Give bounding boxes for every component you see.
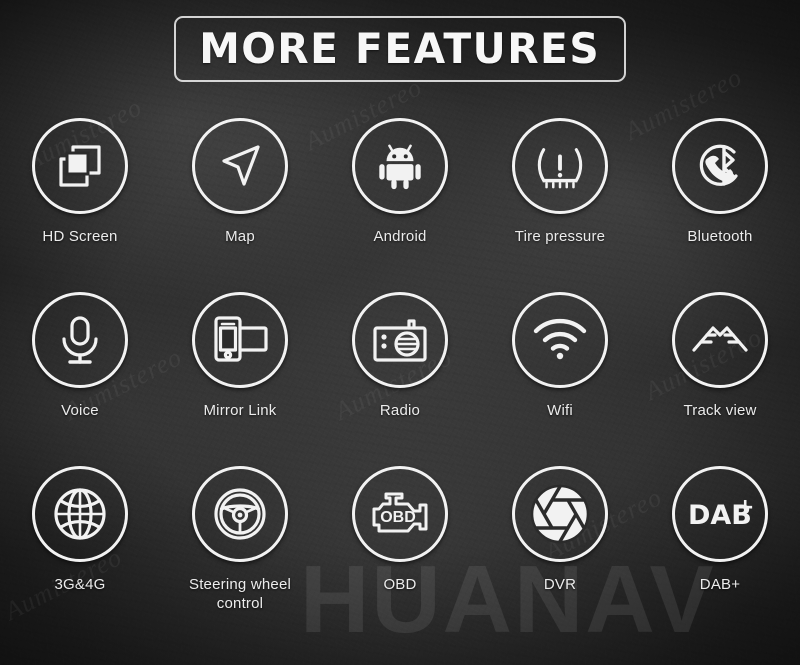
feature-item-wifi[interactable]: Wifi bbox=[480, 292, 640, 466]
feature-label: Voice bbox=[61, 402, 99, 419]
microphone-icon bbox=[32, 292, 128, 388]
feature-item-bluetooth[interactable]: Bluetooth bbox=[640, 118, 800, 292]
feature-label: HD Screen bbox=[42, 228, 118, 245]
feature-label: Bluetooth bbox=[687, 228, 753, 245]
feature-item-tire-pressure[interactable]: Tire pressure bbox=[480, 118, 640, 292]
feature-label: Android bbox=[373, 228, 427, 245]
steering-wheel-icon bbox=[192, 466, 288, 562]
globe-icon bbox=[32, 466, 128, 562]
radio-icon bbox=[352, 292, 448, 388]
feature-label: Wifi bbox=[547, 402, 573, 419]
feature-label: DAB+ bbox=[699, 576, 741, 593]
feature-item-mirror-link[interactable]: Mirror Link bbox=[160, 292, 320, 466]
feature-label: 3G&4G bbox=[54, 576, 106, 593]
feature-item-radio[interactable]: Radio bbox=[320, 292, 480, 466]
feature-item-android[interactable]: Android bbox=[320, 118, 480, 292]
feature-item-dvr[interactable]: DVR bbox=[480, 466, 640, 640]
feature-label: DVR bbox=[543, 576, 577, 593]
bluetooth-phone-icon bbox=[672, 118, 768, 214]
feature-label: Map bbox=[225, 228, 255, 245]
feature-item-dab-plus[interactable]: DAB + DAB+ bbox=[640, 466, 800, 640]
obd-engine-icon: OBD bbox=[352, 466, 448, 562]
page-title: MORE FEATURES bbox=[199, 24, 601, 73]
title-banner: MORE FEATURES bbox=[174, 16, 626, 82]
feature-item-map[interactable]: Map bbox=[160, 118, 320, 292]
svg-text:OBD: OBD bbox=[380, 509, 416, 526]
feature-label: Track view bbox=[683, 402, 757, 419]
feature-item-voice[interactable]: Voice bbox=[0, 292, 160, 466]
feature-label: Mirror Link bbox=[203, 402, 277, 419]
feature-label: Steering wheel control bbox=[188, 576, 292, 612]
tire-pressure-icon bbox=[512, 118, 608, 214]
feature-label: Radio bbox=[379, 402, 421, 419]
feature-grid: HD Screen Map Android Tire pressure Blue… bbox=[0, 118, 800, 640]
navigation-arrow-icon bbox=[192, 118, 288, 214]
feature-item-obd[interactable]: OBD OBD bbox=[320, 466, 480, 640]
feature-label: Tire pressure bbox=[514, 228, 606, 245]
feature-item-hd-screen[interactable]: HD Screen bbox=[0, 118, 160, 292]
feature-item-3g4g[interactable]: 3G&4G bbox=[0, 466, 160, 640]
track-view-icon bbox=[672, 292, 768, 388]
feature-item-steering-wheel[interactable]: Steering wheel control bbox=[160, 466, 320, 640]
hd-screen-icon bbox=[32, 118, 128, 214]
mirror-link-icon bbox=[192, 292, 288, 388]
wifi-icon bbox=[512, 292, 608, 388]
feature-label: OBD bbox=[383, 576, 417, 593]
dab-plus-icon: DAB + bbox=[672, 466, 768, 562]
camera-aperture-icon bbox=[512, 466, 608, 562]
feature-item-track-view[interactable]: Track view bbox=[640, 292, 800, 466]
android-robot-icon bbox=[352, 118, 448, 214]
svg-text:+: + bbox=[736, 495, 754, 520]
